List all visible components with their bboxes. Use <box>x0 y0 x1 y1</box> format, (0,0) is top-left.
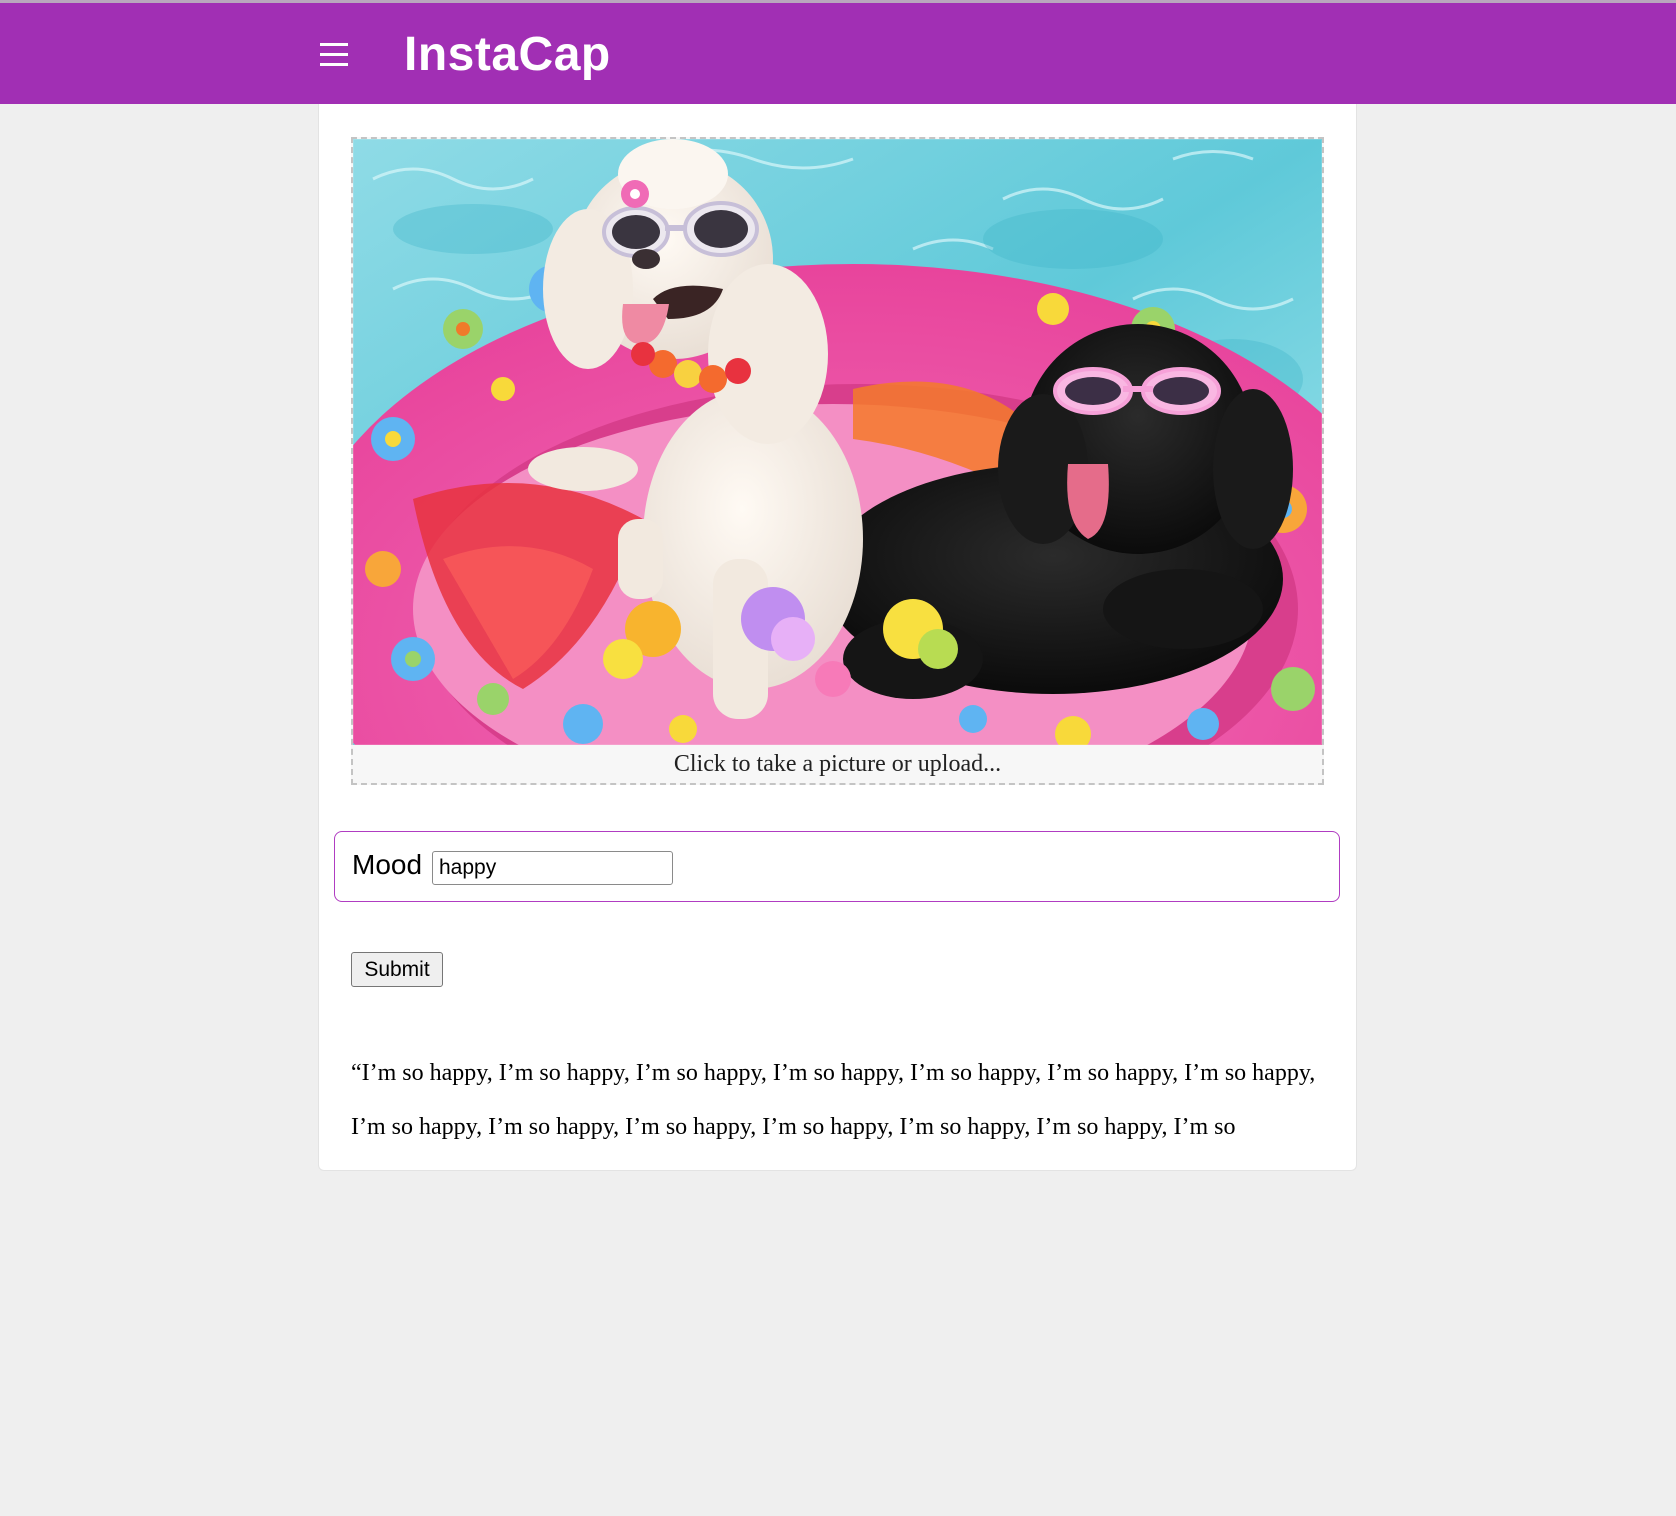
submit-button[interactable]: Submit <box>351 952 443 987</box>
photo-illustration <box>353 139 1322 745</box>
app-title: InstaCap <box>404 28 611 81</box>
app-bar: InstaCap <box>0 3 1676 104</box>
mood-label: Mood <box>352 849 423 880</box>
main-card: Click to take a picture or upload... Moo… <box>318 104 1357 1171</box>
image-upload-area[interactable]: Click to take a picture or upload... <box>351 137 1324 785</box>
upload-prompt[interactable]: Click to take a picture or upload... <box>353 745 1322 783</box>
uploaded-photo[interactable] <box>353 139 1322 745</box>
mood-input[interactable] <box>432 851 673 885</box>
mood-fieldset: Mood <box>334 831 1340 902</box>
hamburger-menu-icon[interactable] <box>318 43 350 67</box>
generated-caption: “I’m so happy, I’m so happy, I’m so happ… <box>351 1060 1316 1140</box>
